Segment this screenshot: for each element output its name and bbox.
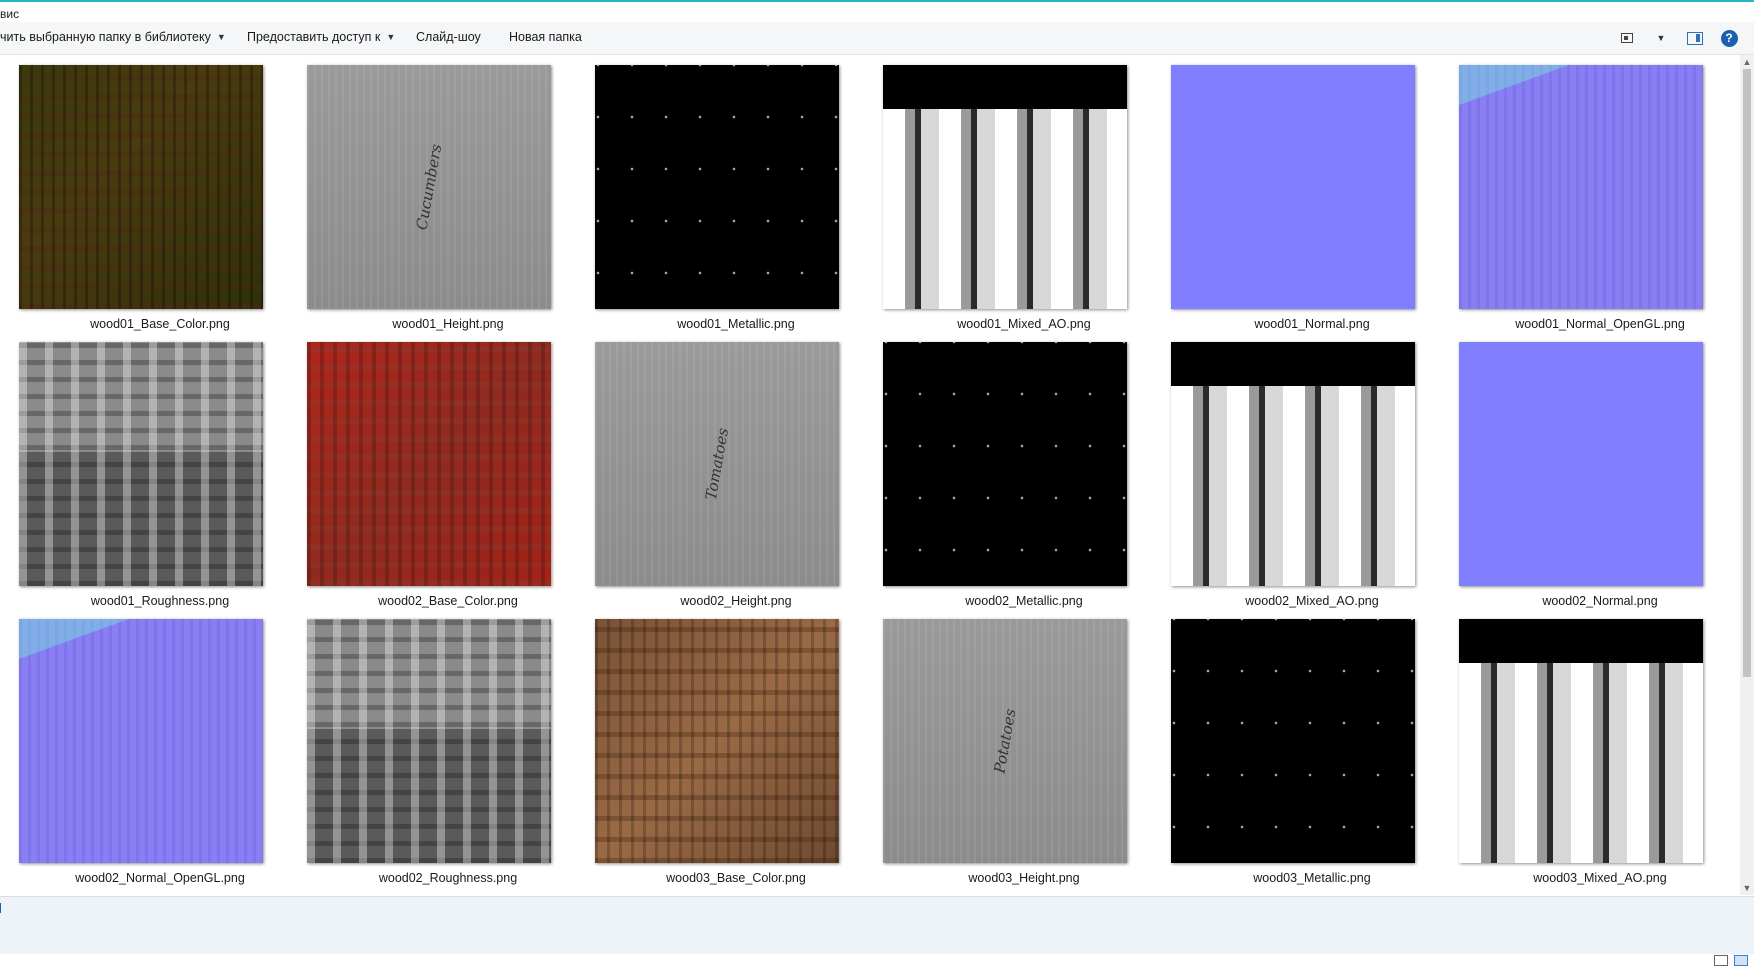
file-name[interactable]: wood01_Normal_OpenGL.png <box>1456 317 1740 331</box>
file-item[interactable]: wood02_Normal.png <box>1456 342 1740 612</box>
file-item[interactable]: wood01_Metallic.png <box>592 65 880 335</box>
vertical-scrollbar[interactable]: ▲ ▼ <box>1740 55 1754 895</box>
metallic-highlights <box>1171 619 1415 863</box>
view-options-dropdown[interactable]: ▼ <box>1650 27 1672 49</box>
include-in-library-label: чить выбранную папку в библиотеку <box>0 30 211 44</box>
scroll-up-arrow-icon[interactable]: ▲ <box>1740 55 1754 69</box>
file-item[interactable]: wood01_Roughness.png <box>16 342 304 612</box>
scroll-down-arrow-icon[interactable]: ▼ <box>1740 881 1754 895</box>
file-name[interactable]: wood02_Base_Color.png <box>304 594 592 608</box>
file-name[interactable]: wood03_Metallic.png <box>1168 871 1456 885</box>
metallic-highlights <box>595 65 839 309</box>
include-in-library-button[interactable]: чить выбранную папку в библиотеку ▼ <box>0 30 226 44</box>
file-item[interactable]: Cucumbers wood01_Height.png <box>304 65 592 335</box>
chevron-down-icon: ▼ <box>386 32 396 42</box>
new-folder-button[interactable]: Новая папка <box>509 30 582 44</box>
share-with-button[interactable]: Предоставить доступ к ▼ <box>247 30 395 44</box>
help-icon: ? <box>1720 29 1738 47</box>
file-item[interactable]: wood02_Mixed_AO.png <box>1168 342 1456 612</box>
file-name[interactable]: wood02_Metallic.png <box>880 594 1168 608</box>
file-item[interactable]: wood02_Normal_OpenGL.png <box>16 619 304 889</box>
file-name[interactable]: wood02_Normal_OpenGL.png <box>16 871 304 885</box>
thumbnail-text: Cucumbers <box>412 142 446 232</box>
metallic-highlights <box>883 342 1127 586</box>
file-thumbnail[interactable]: Cucumbers <box>307 65 551 309</box>
details-view-icon[interactable] <box>1714 955 1728 966</box>
command-bar: чить выбранную папку в библиотеку ▼ Пред… <box>0 22 1754 55</box>
file-item[interactable]: wood01_Base_Color.png <box>16 65 304 335</box>
change-view-button[interactable] <box>1616 27 1638 49</box>
help-button[interactable]: ? <box>1718 27 1740 49</box>
file-thumbnail[interactable] <box>19 342 263 586</box>
preview-pane-button[interactable] <box>1684 27 1706 49</box>
file-thumbnail[interactable]: Potatoes <box>883 619 1127 863</box>
file-name[interactable]: wood02_Mixed_AO.png <box>1168 594 1456 608</box>
slideshow-button[interactable]: Слайд-шоу <box>416 30 481 44</box>
file-thumbnail[interactable] <box>307 342 551 586</box>
file-thumbnail[interactable] <box>19 65 263 309</box>
file-name[interactable]: wood03_Mixed_AO.png <box>1456 871 1740 885</box>
file-name[interactable]: wood01_Normal.png <box>1168 317 1456 331</box>
file-thumbnail[interactable] <box>1171 619 1415 863</box>
file-item[interactable]: wood02_Metallic.png <box>880 342 1168 612</box>
status-bar <box>0 954 1754 969</box>
file-name[interactable]: wood01_Mixed_AO.png <box>880 317 1168 331</box>
preview-pane-icon <box>1687 31 1703 45</box>
file-name[interactable]: wood01_Base_Color.png <box>16 317 304 331</box>
share-with-label: Предоставить доступ к <box>247 30 381 44</box>
file-thumbnail[interactable] <box>1171 65 1415 309</box>
toolbar-right-controls: ▼ ? <box>1616 26 1740 50</box>
file-thumbnail[interactable] <box>595 65 839 309</box>
file-name[interactable]: wood01_Metallic.png <box>592 317 880 331</box>
file-item[interactable]: wood03_Metallic.png <box>1168 619 1456 889</box>
large-icons-view-icon[interactable] <box>1734 955 1748 966</box>
thumbnail-text: Tomatoes <box>701 426 733 502</box>
title-bar: вис <box>0 2 1754 22</box>
file-thumbnail[interactable] <box>883 342 1127 586</box>
file-item[interactable]: wood01_Mixed_AO.png <box>880 65 1168 335</box>
new-folder-label: Новая папка <box>509 30 582 44</box>
file-item[interactable]: wood01_Normal.png <box>1168 65 1456 335</box>
file-thumbnail[interactable] <box>307 619 551 863</box>
file-name[interactable]: wood03_Base_Color.png <box>592 871 880 885</box>
file-item[interactable]: Tomatoes wood02_Height.png <box>592 342 880 612</box>
file-item[interactable]: wood01_Normal_OpenGL.png <box>1456 65 1740 335</box>
file-name[interactable]: wood01_Roughness.png <box>16 594 304 608</box>
file-thumbnail[interactable] <box>19 619 263 863</box>
file-grid: wood01_Base_Color.png Cucumbers wood01_Hei… <box>0 55 1740 895</box>
file-thumbnail[interactable] <box>1459 619 1703 863</box>
file-thumbnail[interactable] <box>1459 65 1703 309</box>
file-thumbnail[interactable] <box>883 65 1127 309</box>
file-name[interactable]: wood02_Height.png <box>592 594 880 608</box>
window-title: вис <box>0 7 20 21</box>
file-item[interactable]: Potatoes wood03_Height.png <box>880 619 1168 889</box>
file-thumbnail[interactable]: Tomatoes <box>595 342 839 586</box>
thumbnail-text: Potatoes <box>990 707 1020 775</box>
file-name[interactable]: wood03_Height.png <box>880 871 1168 885</box>
chevron-down-icon: ▼ <box>216 32 226 42</box>
file-thumbnail[interactable] <box>1171 342 1415 586</box>
file-item[interactable]: wood03_Base_Color.png <box>592 619 880 889</box>
file-name[interactable]: wood02_Roughness.png <box>304 871 592 885</box>
scrollbar-thumb[interactable] <box>1743 69 1751 677</box>
file-thumbnail[interactable] <box>1459 342 1703 586</box>
file-name[interactable]: wood01_Height.png <box>304 317 592 331</box>
text-cursor <box>0 903 1 913</box>
slideshow-label: Слайд-шоу <box>416 30 481 44</box>
file-item[interactable]: wood02_Base_Color.png <box>304 342 592 612</box>
chevron-down-icon: ▼ <box>1656 33 1666 43</box>
file-name[interactable]: wood02_Normal.png <box>1456 594 1740 608</box>
file-item[interactable]: wood03_Mixed_AO.png <box>1456 619 1740 889</box>
details-pane <box>0 896 1754 955</box>
file-thumbnail[interactable] <box>595 619 839 863</box>
change-view-icon <box>1621 33 1633 43</box>
file-item[interactable]: wood02_Roughness.png <box>304 619 592 889</box>
